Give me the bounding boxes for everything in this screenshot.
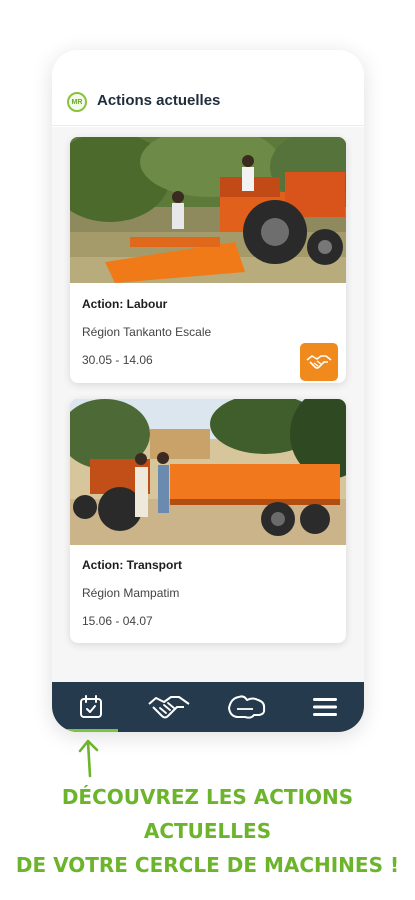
calendar-icon [80,695,102,718]
action-card-labour[interactable]: Action: Labour Région Tankanto Escale 30… [70,137,346,383]
action-dates: 15.06 - 04.07 [82,614,153,628]
map-icon [228,695,266,719]
handshake-badge[interactable] [300,343,338,381]
actions-list: Action: Labour Région Tankanto Escale 30… [52,127,364,682]
tractor-tiller-photo [70,137,346,283]
app-header: MR Actions actuelles [52,50,364,126]
promo-tagline: DÉCOUVREZ LES ACTIONS ACTUELLES DE VOTRE… [0,780,415,882]
handshake-icon [306,355,332,369]
app-logo: MR [67,92,87,112]
action-title: Action: Labour [82,297,168,311]
active-tab-indicator [66,729,118,732]
menu-icon [313,698,337,716]
tagline-line-2: DE VOTRE CERCLE DE MACHINES ! [15,853,400,877]
nav-map[interactable] [208,682,286,732]
nav-actions[interactable] [52,682,130,732]
action-region: Région Mampatim [82,586,180,600]
handshake-icon [148,696,190,719]
page-title: Actions actuelles [97,92,221,109]
bottom-navbar [52,682,364,732]
nav-services[interactable] [130,682,208,732]
action-card-transport[interactable]: Action: Transport Région Mampatim 15.06 … [70,399,346,643]
pointer-arrow-icon [78,739,99,778]
tagline-line-1: DÉCOUVREZ LES ACTIONS ACTUELLES [61,785,354,843]
nav-menu[interactable] [286,682,364,732]
tractor-trailer-photo [70,399,346,545]
action-region: Région Tankanto Escale [82,325,212,339]
phone-frame: MR Actions actuelles Action: Labour Régi… [52,50,364,732]
action-title: Action: Transport [82,558,183,572]
action-dates: 30.05 - 14.06 [82,353,153,367]
